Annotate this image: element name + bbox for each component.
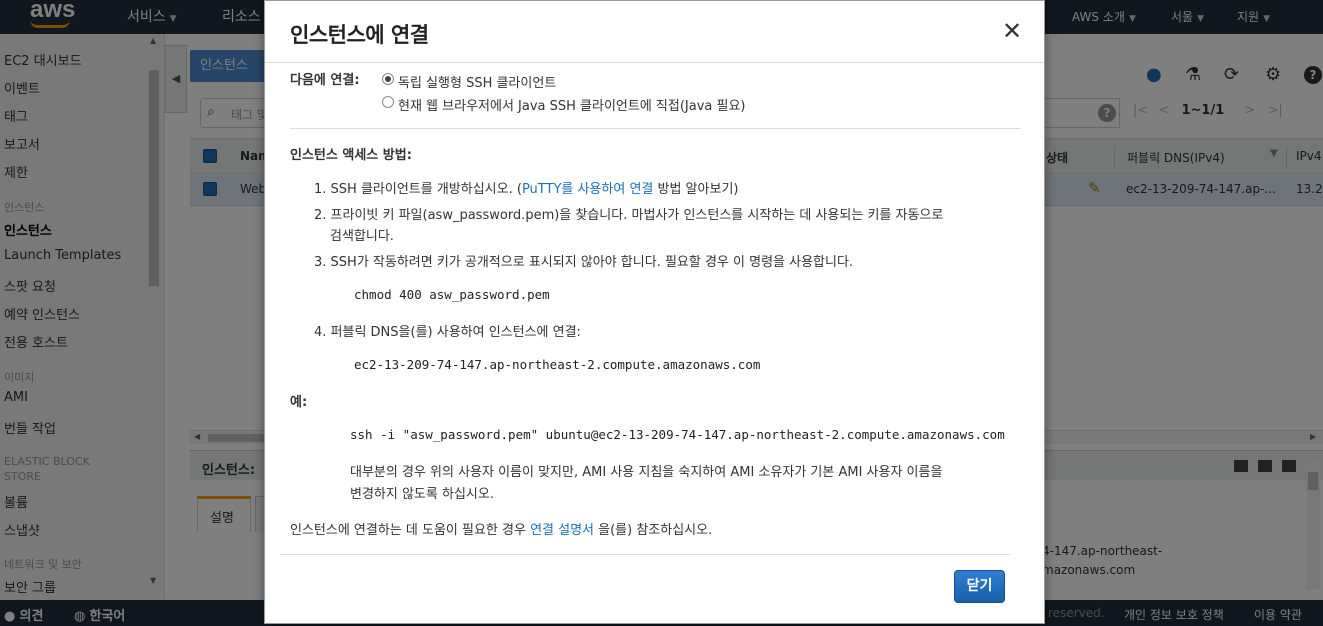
ssh-example-command[interactable]: ssh -i "asw_password.pem" ubuntu@ec2-13-… xyxy=(350,427,1005,442)
step-1-prefix: 1. SSH 클라이언트를 개방하십시오. ( xyxy=(314,182,522,197)
step-2-text: 2. 프라이빗 키 파일(asw_password.pem)을 찾습니다. 마법… xyxy=(314,208,944,223)
step-1-suffix: 방법 알아보기) xyxy=(653,182,739,197)
help-text: 인스턴스에 연결하는 데 도움이 필요한 경우 연결 설명서 을(를) 참조하십… xyxy=(290,519,712,538)
step-3-text: 3. SSH가 작동하려면 키가 공개적으로 표시되지 않아야 합니다. 필요할… xyxy=(314,255,854,270)
option-java-ssh-label[interactable]: 현재 웹 브라우저에서 Java SSH 클라이언트에 직접(Java 필요) xyxy=(398,95,746,114)
footer-divider xyxy=(280,554,1010,555)
putty-guide-link[interactable]: PuTTY를 사용하여 연결 xyxy=(522,182,653,197)
step-2-text-cont: 검색합니다. xyxy=(330,229,394,244)
connection-guide-link[interactable]: 연결 설명서 xyxy=(530,523,594,538)
radio-standalone-ssh[interactable] xyxy=(382,73,394,85)
access-method-heading: 인스턴스 액세스 방법: xyxy=(290,148,412,163)
close-icon[interactable]: ✕ xyxy=(1000,17,1024,45)
help-suffix: 을(를) 참조하십시오. xyxy=(594,523,713,538)
connect-to-label: 다음에 연결: xyxy=(290,73,360,88)
dialog-header: 인스턴스에 연결 ✕ xyxy=(265,1,1044,63)
radio-java-ssh[interactable] xyxy=(382,96,394,108)
chmod-command[interactable]: chmod 400 asw_password.pem xyxy=(354,287,550,302)
connect-instance-dialog: 인스턴스에 연결 ✕ 다음에 연결: 독립 실행형 SSH 클라이언트 현재 웹… xyxy=(264,0,1045,624)
dialog-title: 인스턴스에 연결 xyxy=(290,23,429,47)
step-1-text: 1. SSH 클라이언트를 개방하십시오. (PuTTY를 사용하여 연결 방법… xyxy=(314,178,738,197)
option-standalone-ssh-label[interactable]: 독립 실행형 SSH 클라이언트 xyxy=(398,72,556,91)
public-dns-value[interactable]: ec2-13-209-74-147.ap-northeast-2.compute… xyxy=(354,357,760,372)
username-note-cont: 변경하지 않도록 하십시오. xyxy=(350,487,494,502)
step-4-text: 4. 퍼블릭 DNS을(를) 사용하여 인스턴스에 연결: xyxy=(314,325,581,340)
close-button[interactable]: 닫기 xyxy=(954,570,1005,603)
example-label: 예: xyxy=(290,395,308,410)
divider xyxy=(290,128,1020,129)
username-note: 대부분의 경우 위의 사용자 이름이 맞지만, AMI 사용 지침을 숙지하여 … xyxy=(350,465,943,480)
help-prefix: 인스턴스에 연결하는 데 도움이 필요한 경우 xyxy=(290,523,531,538)
